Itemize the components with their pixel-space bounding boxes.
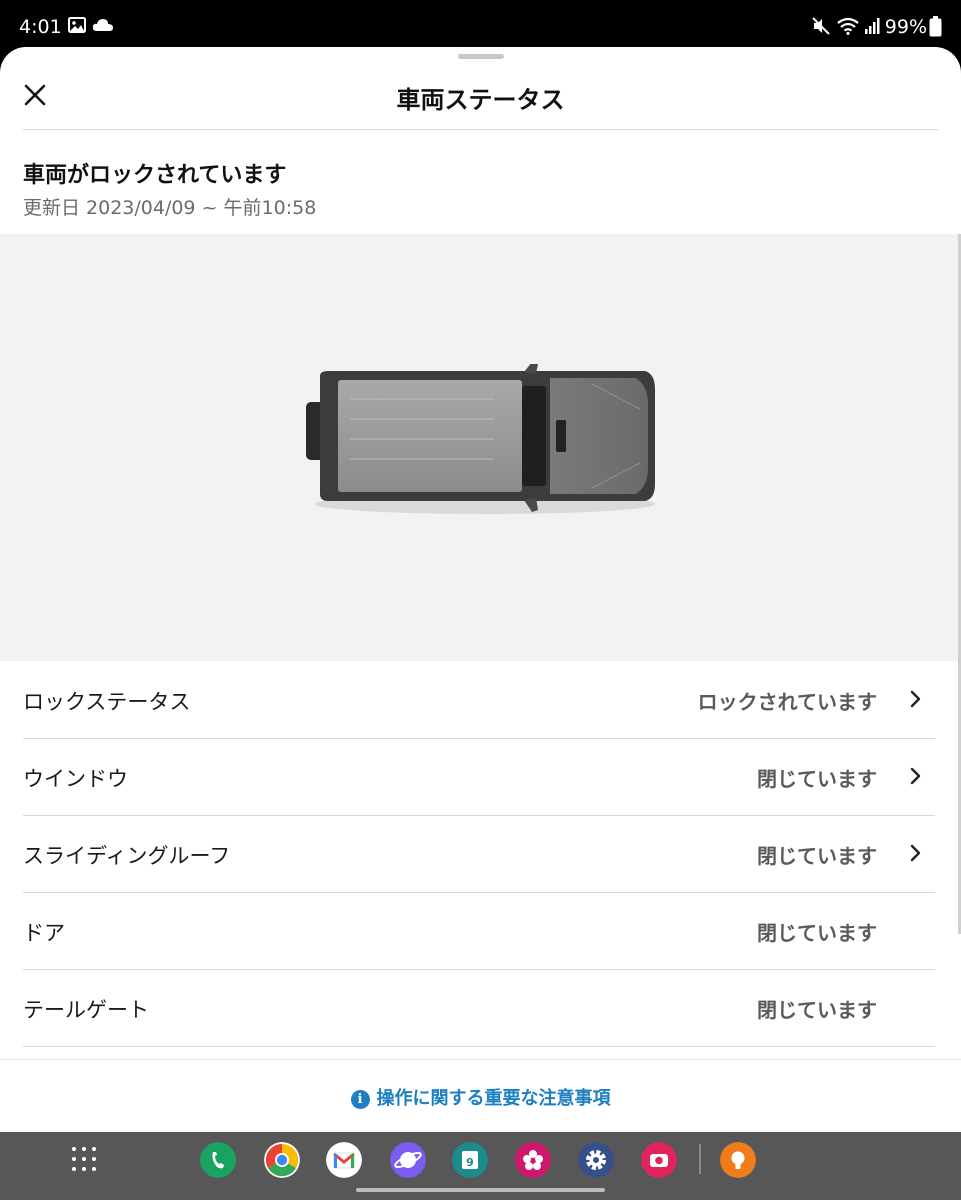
app-drawer-icon[interactable] (72, 1147, 96, 1171)
vehicle-status-sheet: 車両ステータス 車両がロックされています 更新日 2023/04/09 ~ 午前1… (0, 47, 961, 1132)
row-label: ウインドウ (23, 767, 128, 791)
gesture-handle[interactable] (356, 1188, 605, 1192)
status-row-sunroof[interactable]: スライディングルーフ 閉じています (23, 816, 935, 893)
calendar-app-icon[interactable]: 9 (452, 1142, 488, 1178)
row-label: ドア (23, 921, 65, 945)
updated-value: 2023/04/09 ~ 午前10:58 (86, 197, 317, 219)
image-icon (68, 17, 86, 33)
row-value: 閉じています (757, 921, 877, 945)
gmail-app-icon[interactable] (326, 1142, 362, 1178)
status-list: ロックステータス ロックされています ウインドウ 閉じています スライディングル… (23, 662, 935, 1047)
header-divider (23, 129, 938, 130)
row-label: スライディングルーフ (23, 844, 231, 868)
chevron-right-icon[interactable] (909, 689, 923, 709)
chrome-app-icon[interactable] (264, 1142, 300, 1178)
updated-timestamp: 更新日 2023/04/09 ~ 午前10:58 (23, 193, 322, 220)
calendar-day: 9 (466, 1156, 474, 1169)
row-value: 閉じています (757, 998, 877, 1022)
signal-icon (865, 18, 880, 34)
notice-link-label: 操作に関する重要な注意事項 (376, 1088, 611, 1109)
updated-label: 更新日 (23, 197, 81, 219)
vehicle-top-view-image (306, 364, 655, 514)
chevron-right-icon[interactable] (909, 766, 923, 786)
page-title: 車両ステータス (396, 86, 565, 114)
status-row-lock[interactable]: ロックステータス ロックされています (23, 662, 935, 739)
phone-app-icon[interactable] (200, 1142, 236, 1178)
status-bar: 4:01 99% (0, 0, 961, 48)
row-value: ロックされています (697, 690, 877, 714)
vehicle-image-area (0, 234, 961, 661)
row-value: 閉じています (757, 844, 877, 868)
settings-app-icon[interactable] (578, 1142, 614, 1178)
mute-icon (812, 17, 830, 35)
tips-app-icon[interactable] (720, 1142, 756, 1178)
status-row-doors: ドア 閉じています (23, 893, 935, 970)
taskbar: 9 (0, 1132, 961, 1200)
internet-app-icon[interactable] (390, 1142, 426, 1178)
status-row-windows[interactable]: ウインドウ 閉じています (23, 739, 935, 816)
battery-icon (929, 16, 942, 37)
gallery-app-icon[interactable] (515, 1142, 551, 1178)
camera-app-icon[interactable] (641, 1142, 677, 1178)
status-row-tailgate: テールゲート 閉じています (23, 970, 935, 1047)
cloud-icon (92, 19, 113, 31)
taskbar-separator (699, 1144, 701, 1174)
lock-status-heading: 車両がロックされています (23, 163, 287, 188)
row-label: テールゲート (23, 998, 149, 1022)
row-value: 閉じています (757, 767, 877, 791)
chevron-right-icon[interactable] (909, 843, 923, 863)
wifi-icon (837, 17, 859, 35)
important-notice-link[interactable]: i 操作に関する重要な注意事項 (0, 1084, 961, 1110)
footer: i 操作に関する重要な注意事項 (0, 1059, 961, 1132)
info-icon: i (350, 1090, 370, 1109)
row-label: ロックステータス (23, 690, 191, 714)
battery-percent: 99% (884, 16, 927, 38)
drag-handle[interactable] (458, 54, 504, 59)
status-time: 4:01 (19, 16, 62, 38)
